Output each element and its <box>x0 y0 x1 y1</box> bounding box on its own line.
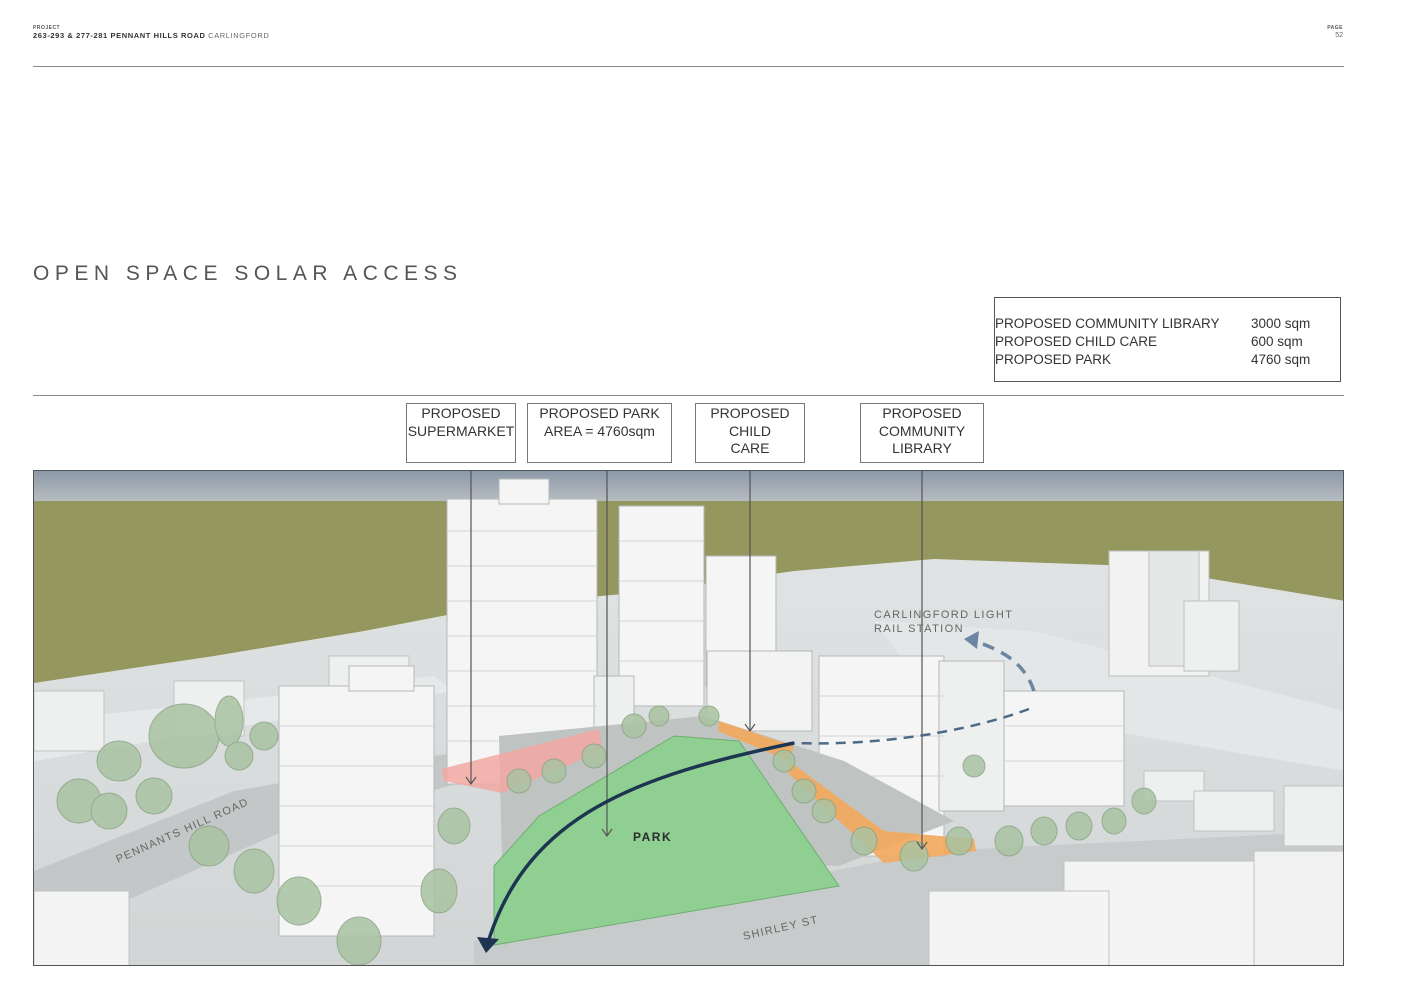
project-name: 263-293 & 277-281 PENNANT HILLS ROAD <box>33 31 206 40</box>
site-render: PARK CARLINGFORD LIGHT RAIL STATION PENN… <box>34 471 1343 965</box>
callout-text: PROPOSED PARK <box>539 405 660 421</box>
project-suburb: CARLINGFORD <box>208 31 270 40</box>
rail-station-label: RAIL STATION <box>874 623 964 635</box>
section-divider <box>33 395 1344 396</box>
area-value: 3000 sqm <box>1251 316 1311 331</box>
area-row: PROPOSED PARK 4760 sqm <box>995 351 1340 369</box>
area-schedule: PROPOSED COMMUNITY LIBRARY 3000 sqm PROPO… <box>994 297 1341 382</box>
sky <box>34 471 1343 503</box>
area-name: PROPOSED PARK <box>995 352 1112 367</box>
project-name-line: 263-293 & 277-281 PENNANT HILLS ROAD CAR… <box>33 31 269 41</box>
project-header: PROJECT 263-293 & 277-281 PENNANT HILLS … <box>33 25 269 41</box>
area-row: PROPOSED CHILD CARE 600 sqm <box>995 333 1340 351</box>
header-divider <box>33 66 1344 67</box>
callout-library: PROPOSED COMMUNITY LIBRARY <box>860 403 984 463</box>
callout-text: AREA = 4760sqm <box>544 422 655 439</box>
area-value: 4760 sqm <box>1251 352 1311 367</box>
area-value: 600 sqm <box>1251 334 1303 349</box>
callout-text: PROPOSED <box>710 405 790 421</box>
callout-text: LIBRARY <box>892 440 952 456</box>
callout-text: PROPOSED <box>421 405 501 421</box>
callout-text: SUPERMARKET <box>407 422 515 439</box>
rail-station-label: CARLINGFORD LIGHT <box>874 609 1013 621</box>
page-indicator: PAGE 52 <box>1327 25 1343 41</box>
area-row: PROPOSED COMMUNITY LIBRARY 3000 sqm <box>995 315 1340 333</box>
callout-childcare: PROPOSED CHILD CARE <box>695 403 805 463</box>
callout-supermarket: PROPOSED SUPERMARKET <box>406 403 516 463</box>
area-name: PROPOSED COMMUNITY LIBRARY <box>995 316 1220 331</box>
callout-text: CHILD <box>728 422 771 439</box>
callout-text: CARE <box>730 440 770 456</box>
page-title: OPEN SPACE SOLAR ACCESS <box>33 262 463 285</box>
site-aerial-view: PARK CARLINGFORD LIGHT RAIL STATION PENN… <box>33 470 1344 966</box>
park-label: PARK <box>633 830 672 844</box>
page-number: 52 <box>1335 32 1343 39</box>
callout-text: COMMUNITY <box>878 422 966 439</box>
area-name: PROPOSED CHILD CARE <box>995 334 1158 349</box>
callout-park: PROPOSED PARK AREA = 4760sqm <box>527 403 672 463</box>
callout-text: PROPOSED <box>882 405 962 421</box>
